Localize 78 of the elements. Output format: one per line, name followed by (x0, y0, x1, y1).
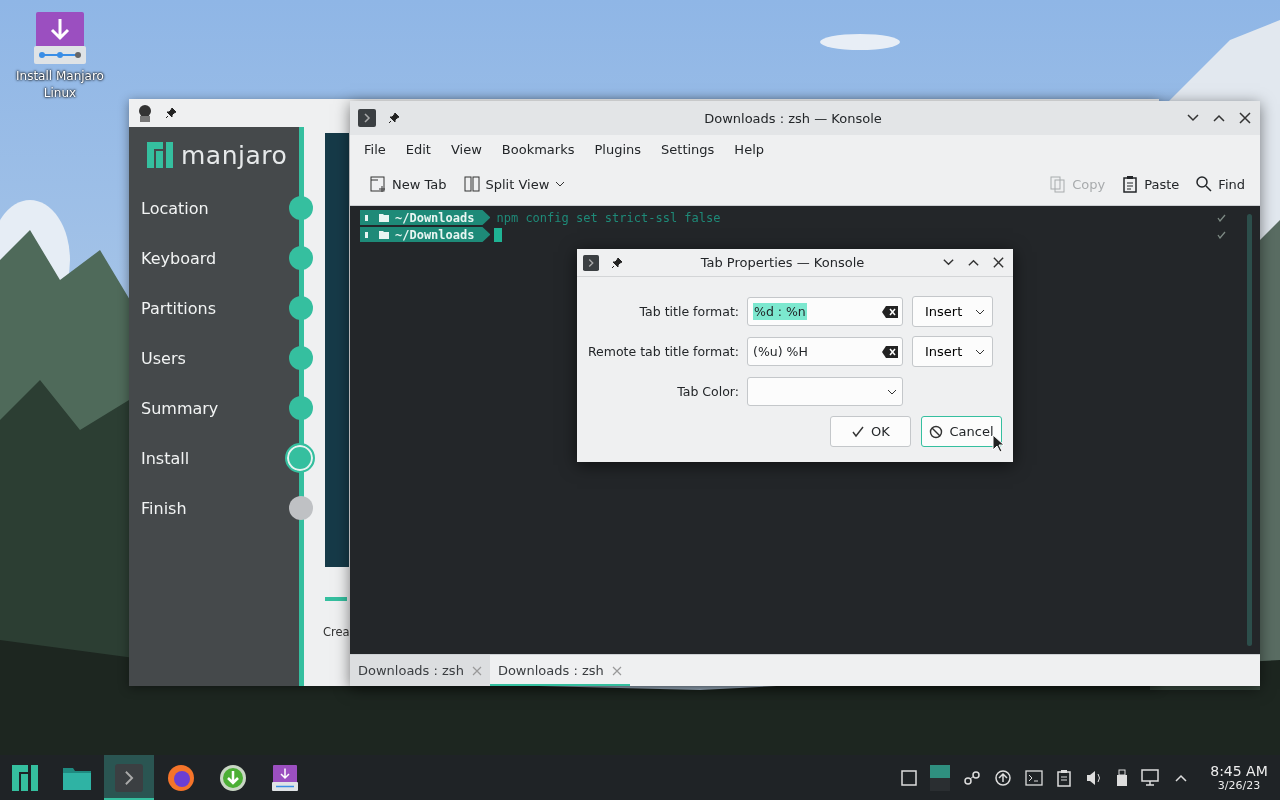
check-icon (851, 424, 866, 439)
clipboard-icon[interactable] (1056, 768, 1072, 787)
clock-date: 3/26/23 (1217, 779, 1261, 792)
menu-item[interactable]: Help (724, 141, 774, 157)
step-label: Finish (141, 498, 187, 518)
terminal-icon (115, 763, 143, 792)
field-label: Tab title format: (638, 304, 739, 319)
toolbar-button[interactable]: Find (1190, 171, 1250, 197)
tab-label: Downloads : zsh (358, 663, 464, 678)
ok-button[interactable]: OK (830, 416, 911, 447)
toolbar-button[interactable]: Paste (1116, 171, 1185, 197)
field-label: Tab Color: (676, 384, 739, 399)
speaker-icon[interactable] (1085, 769, 1103, 786)
toolbar-button[interactable]: Split View (457, 171, 572, 197)
field-value: %d : %n (753, 303, 807, 320)
step-label: Location (141, 198, 209, 218)
field-label: Remote tab title format: (587, 344, 739, 359)
insert-dropdown[interactable]: Insert (912, 296, 993, 327)
pin-icon[interactable] (611, 256, 623, 269)
manjaro-logo-icon (147, 142, 173, 168)
close-icon[interactable] (1238, 111, 1252, 125)
input-field[interactable]: %d : %n (747, 297, 903, 326)
update-icon[interactable] (994, 768, 1012, 787)
tab-label: Downloads : zsh (497, 663, 604, 678)
installer-icon[interactable] (32, 10, 88, 66)
scrollbar[interactable] (1247, 214, 1252, 646)
installer-icon (271, 763, 299, 792)
step-label: Partitions (141, 298, 216, 318)
pin-icon[interactable] (388, 112, 400, 124)
cancel-button[interactable]: Cancel (921, 416, 1002, 447)
pin-icon[interactable] (165, 107, 177, 119)
prompt-path: ~/Downloads (395, 210, 475, 225)
menu-item[interactable]: Plugins (584, 141, 652, 157)
clock[interactable]: 8:45 AM 3/26/23 (1204, 763, 1274, 792)
menu-item[interactable]: Edit (395, 141, 441, 157)
cancel-icon (929, 424, 944, 439)
network-icon[interactable] (963, 768, 981, 787)
insert-dropdown[interactable]: Insert (912, 336, 993, 367)
brand-name: manjaro (181, 140, 288, 170)
tab[interactable]: Downloads : zsh (350, 655, 490, 686)
download-icon (219, 763, 247, 792)
step-label: Users (141, 348, 186, 368)
manjaro-logo-icon (12, 764, 38, 791)
new-tab-icon (369, 175, 387, 193)
square-icon[interactable] (901, 769, 917, 786)
dialog-title: Tab Properties — Konsole (699, 255, 866, 270)
search-icon (1195, 175, 1214, 193)
status-text: Crea (323, 625, 350, 639)
clear-icon[interactable] (882, 305, 898, 318)
clock-time: 8:45 AM (1210, 763, 1268, 779)
color-dropdown[interactable] (747, 377, 903, 406)
desktop-pager-icon[interactable] (930, 764, 950, 791)
field-value: (%u) %H (753, 344, 809, 359)
terminal-icon (583, 254, 599, 271)
step-label: Install (141, 448, 190, 468)
toolbar-button[interactable]: New Tab (364, 171, 452, 197)
terminal-command: npm config set strict-ssl false (496, 210, 721, 225)
terminal-icon (358, 109, 376, 127)
step-label: Keyboard (141, 248, 217, 268)
menu-item[interactable]: Settings (651, 141, 725, 157)
close-icon[interactable] (992, 256, 1005, 269)
menu-item[interactable]: Bookmarks (491, 141, 585, 157)
step-label: Summary (141, 398, 219, 418)
usb-drive-icon[interactable] (1116, 768, 1128, 787)
input-field[interactable]: (%u) %H (747, 337, 903, 366)
terminal-icon[interactable] (1025, 769, 1043, 786)
menu-item[interactable]: View (440, 141, 492, 157)
copy-icon (1049, 175, 1068, 193)
display-icon[interactable] (1141, 768, 1161, 787)
menu-item[interactable]: File (354, 141, 396, 157)
clear-icon[interactable] (882, 345, 898, 358)
split-view-icon (462, 175, 481, 193)
globe-icon (167, 763, 195, 792)
window-title: Downloads : zsh — Konsole (703, 110, 883, 126)
prompt-path: ~/Downloads (395, 227, 475, 242)
clipboard-icon (1121, 175, 1140, 193)
mouse-pointer-icon (992, 434, 1004, 453)
desktop-icon-label: Install Manjaro Linux (15, 68, 105, 102)
